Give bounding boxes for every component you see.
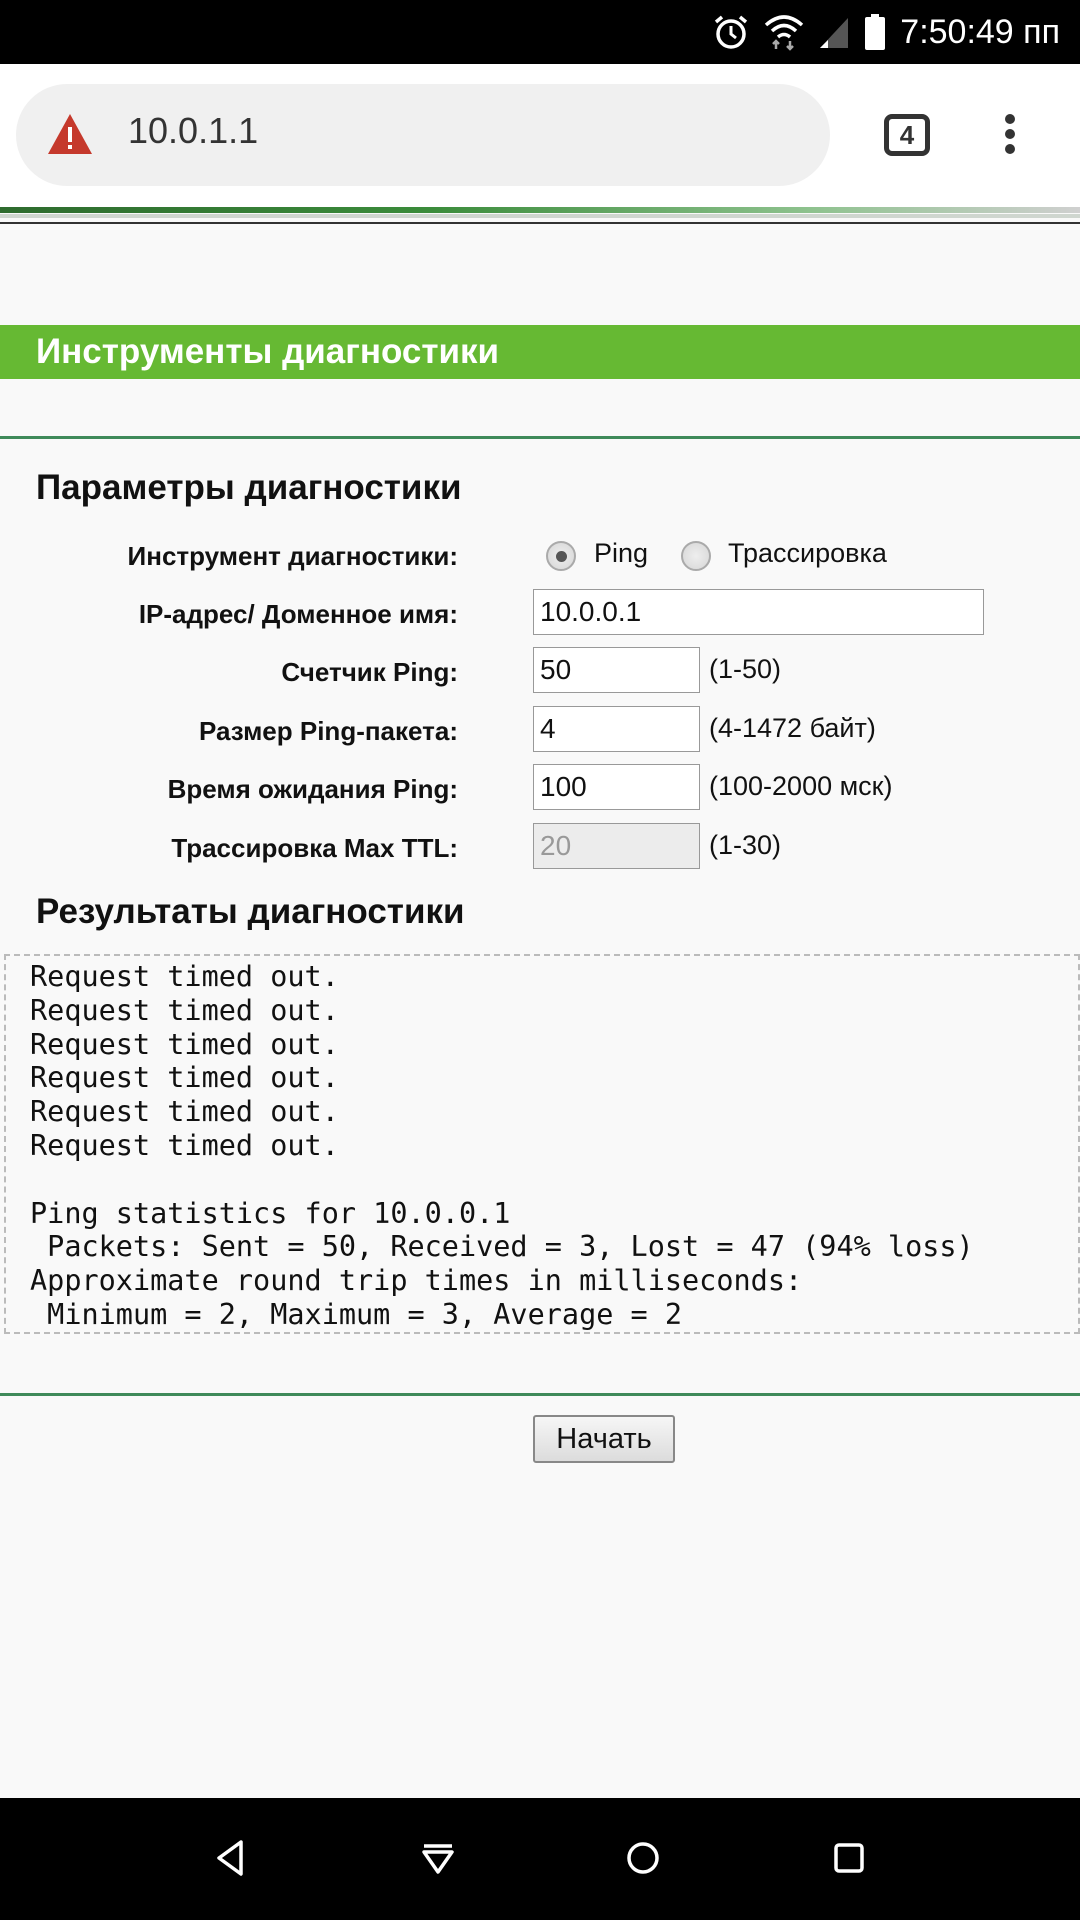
packet-size-input[interactable]: 4: [533, 706, 700, 752]
ping-count-label: Счетчик Ping:: [281, 657, 458, 687]
divider: [0, 436, 1080, 439]
signal-icon: [820, 18, 849, 48]
ip-address-input[interactable]: 10.0.0.1: [533, 589, 984, 635]
max-ttl-hint: (1-30): [709, 830, 782, 860]
max-ttl-label: Трассировка Max TTL:: [171, 833, 458, 863]
ping-count-input[interactable]: 50: [533, 647, 700, 693]
ping-radio[interactable]: [546, 541, 576, 571]
ping-radio-label[interactable]: Ping: [594, 538, 648, 569]
section-header: Инструменты диагностики: [0, 325, 1080, 379]
browser-toolbar: 10.0.1.1 4: [0, 64, 1080, 207]
more-vert-icon[interactable]: [1000, 114, 1020, 162]
timeout-hint: (100-2000 мск): [709, 771, 893, 801]
home-icon[interactable]: [623, 1838, 663, 1878]
ip-label: IP-адрес/ Доменное имя:: [138, 599, 458, 629]
max-ttl-input: 20: [533, 823, 700, 869]
results-text: Request timed out. Request timed out. Re…: [30, 960, 974, 1331]
status-bar: 7:50:49 пп: [0, 0, 1080, 64]
timeout-input[interactable]: 100: [533, 764, 700, 810]
status-icons: 7:50:49 пп: [712, 0, 1060, 64]
alarm-icon: [715, 15, 748, 49]
navigation-bar: [0, 1798, 1080, 1920]
notifications-icon[interactable]: [418, 1838, 458, 1878]
divider: [0, 1393, 1080, 1396]
start-button[interactable]: Начать: [533, 1415, 675, 1463]
page-title: Инструменты диагностики: [36, 332, 500, 371]
toolbar-bottom-line: [0, 222, 1080, 224]
address-bar[interactable]: 10.0.1.1: [16, 84, 830, 186]
tab-switcher-button[interactable]: 4: [884, 114, 930, 156]
back-icon[interactable]: [211, 1838, 251, 1878]
battery-icon: [865, 14, 886, 50]
params-title: Параметры диагностики: [36, 468, 462, 507]
page-load-progress: [0, 207, 1080, 213]
recents-icon[interactable]: [829, 1838, 869, 1878]
packet-size-hint: (4-1472 байт): [709, 713, 876, 743]
url-text[interactable]: 10.0.1.1: [128, 110, 258, 152]
packet-size-label: Размер Ping-пакета:: [199, 716, 458, 746]
ping-count-hint: (1-50): [709, 654, 782, 684]
results-output[interactable]: Request timed out. Request timed out. Re…: [4, 954, 1080, 1334]
toolbar-divider: [0, 214, 1080, 218]
traceroute-radio-label[interactable]: Трассировка: [728, 538, 887, 569]
warning-triangle-icon[interactable]: [46, 112, 94, 156]
results-title: Результаты диагностики: [36, 892, 465, 931]
traceroute-radio[interactable]: [681, 541, 711, 571]
tool-label: Инструмент диагностики:: [127, 541, 458, 571]
timeout-label: Время ожидания Ping:: [167, 774, 458, 804]
wifi-icon: [765, 15, 804, 51]
clock: 7:50:49 пп: [900, 12, 1060, 51]
